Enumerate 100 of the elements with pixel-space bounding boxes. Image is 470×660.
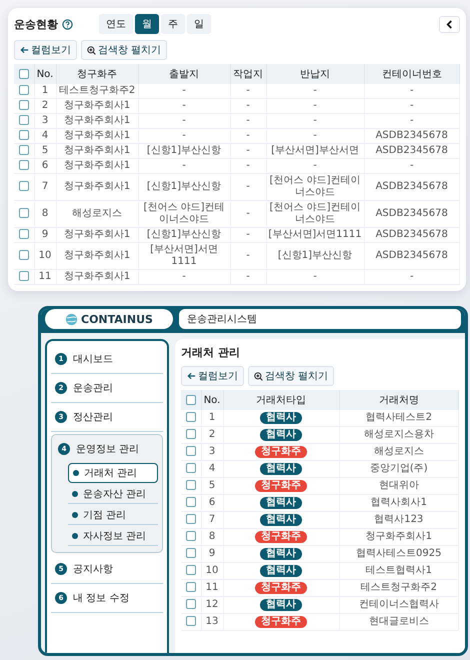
table-cell: 협력사테스트0925 [339, 546, 458, 562]
table-cell: - [230, 242, 266, 270]
row-checkbox[interactable] [186, 412, 196, 422]
table-cell: [신항1]부산신항 [138, 144, 230, 158]
row-checkbox[interactable] [186, 463, 196, 474]
table-cell: [부산서면]서면1111 [266, 228, 364, 242]
row-checkbox[interactable] [186, 497, 196, 508]
table-cell: [신항1]부산신항 [266, 242, 364, 270]
table-cell: [천어스 야드]컨테이너스야드 [266, 200, 364, 228]
type-badge: 협력사 [260, 565, 302, 577]
table-cell: - [138, 158, 230, 174]
type-badge: 협력사 [260, 463, 302, 475]
table-cell: - [230, 158, 266, 174]
row-checkbox[interactable] [18, 130, 29, 140]
table-cell: 청구화주회사1 [56, 128, 138, 144]
submenu-item[interactable]: 운송자산 관리 [68, 485, 158, 504]
row-checkbox[interactable] [186, 565, 196, 576]
period-tab[interactable]: 연도 [99, 14, 133, 34]
table-cell: - [266, 84, 364, 98]
table-cell: 7 [201, 512, 223, 528]
table-cell: ASDB2345678 [364, 200, 460, 228]
table-cell: 청구화주회사1 [56, 144, 138, 158]
table-cell: 5 [201, 478, 223, 494]
column-view-button[interactable]: 컬럼보기 [181, 366, 244, 386]
table-cell: 6 [201, 494, 223, 512]
row-checkbox[interactable] [186, 616, 196, 626]
row-checkbox[interactable] [186, 446, 196, 456]
table-cell: - [266, 98, 364, 114]
row-checkbox[interactable] [18, 100, 29, 110]
select-all-checkbox[interactable] [18, 68, 29, 79]
table-cell: 현대글로비스 [339, 614, 458, 630]
type-badge: 협력사 [260, 497, 302, 509]
column-header: 거래처타입 [223, 390, 339, 410]
table-cell: - [138, 98, 230, 114]
period-tab[interactable]: 일 [187, 14, 211, 34]
table-cell: 청구화주회사1 [56, 114, 138, 128]
table-cell: - [364, 84, 460, 98]
table-cell: 4 [34, 128, 56, 144]
row-checkbox[interactable] [18, 85, 29, 96]
previous-button[interactable] [439, 16, 460, 32]
column-header: No. [34, 64, 56, 84]
table-cell: - [230, 114, 266, 128]
row-checkbox[interactable] [18, 250, 29, 260]
table-cell: 청구화주회사1 [339, 528, 458, 546]
row-checkbox[interactable] [186, 548, 196, 558]
table-cell: 4 [201, 460, 223, 478]
row-checkbox[interactable] [18, 145, 29, 156]
column-view-button[interactable]: 컬럼보기 [14, 40, 77, 60]
submenu-item[interactable]: 기점 관리 [68, 506, 158, 525]
table-cell: - [266, 158, 364, 174]
row-checkbox[interactable] [186, 429, 196, 440]
submenu-item[interactable]: 거래처 관리 [68, 463, 158, 483]
period-tab[interactable]: 월 [135, 14, 159, 34]
type-badge: 청구화주 [255, 446, 307, 458]
table-cell: ASDB2345678 [364, 174, 460, 200]
row-checkbox[interactable] [186, 531, 196, 542]
table-cell: - [230, 200, 266, 228]
table-cell: - [230, 84, 266, 98]
table-cell: 10 [34, 242, 56, 270]
table-cell: 7 [34, 174, 56, 200]
table-cell: 청구화주회사1 [56, 174, 138, 200]
table-cell: 중앙기업(주) [339, 460, 458, 478]
row-checkbox[interactable] [186, 514, 196, 524]
table-cell: 11 [34, 270, 56, 284]
row-checkbox[interactable] [18, 181, 29, 192]
table-cell: ASDB2345678 [364, 128, 460, 144]
table-cell: 13 [201, 614, 223, 630]
row-checkbox[interactable] [186, 599, 196, 610]
table-cell: 12 [201, 596, 223, 614]
system-title: 운송관리시스템 [178, 309, 461, 329]
page-title: 거래처 관리 [181, 345, 241, 360]
row-checkbox[interactable] [18, 229, 29, 240]
row-checkbox[interactable] [186, 582, 196, 592]
table-cell: [신항1]부산신항 [138, 174, 230, 200]
submenu-item[interactable]: 자사정보 관리 [68, 527, 158, 546]
type-badge: 협력사 [260, 412, 302, 424]
table-cell: - [364, 270, 460, 284]
table-cell: 1 [34, 84, 56, 98]
row-checkbox[interactable] [186, 480, 196, 490]
search-toggle-button[interactable]: 검색창 펼치기 [248, 366, 334, 386]
zoom-in-icon [254, 372, 263, 380]
row-checkbox[interactable] [18, 208, 29, 218]
period-tab[interactable]: 주 [161, 14, 185, 34]
table-cell: 협력사회사1 [339, 494, 458, 512]
help-icon[interactable] [62, 18, 73, 30]
search-toggle-button[interactable]: 검색창 펼치기 [81, 40, 168, 60]
table-cell: 해성로지스 [339, 444, 458, 460]
row-checkbox[interactable] [18, 271, 29, 282]
type-badge: 청구화주 [255, 480, 307, 492]
select-all-checkbox[interactable] [186, 394, 196, 405]
chevron-left-icon [446, 20, 453, 28]
row-checkbox[interactable] [18, 115, 29, 126]
table-cell: 컨테이너스협력사 [339, 596, 458, 614]
row-checkbox[interactable] [18, 160, 29, 170]
column-header: 거래처명 [339, 390, 458, 410]
column-header: No. [201, 390, 223, 410]
type-badge: 협력사 [260, 599, 302, 611]
type-badge: 청구화주 [255, 582, 307, 594]
table-cell: - [230, 128, 266, 144]
table-cell: - [364, 114, 460, 128]
